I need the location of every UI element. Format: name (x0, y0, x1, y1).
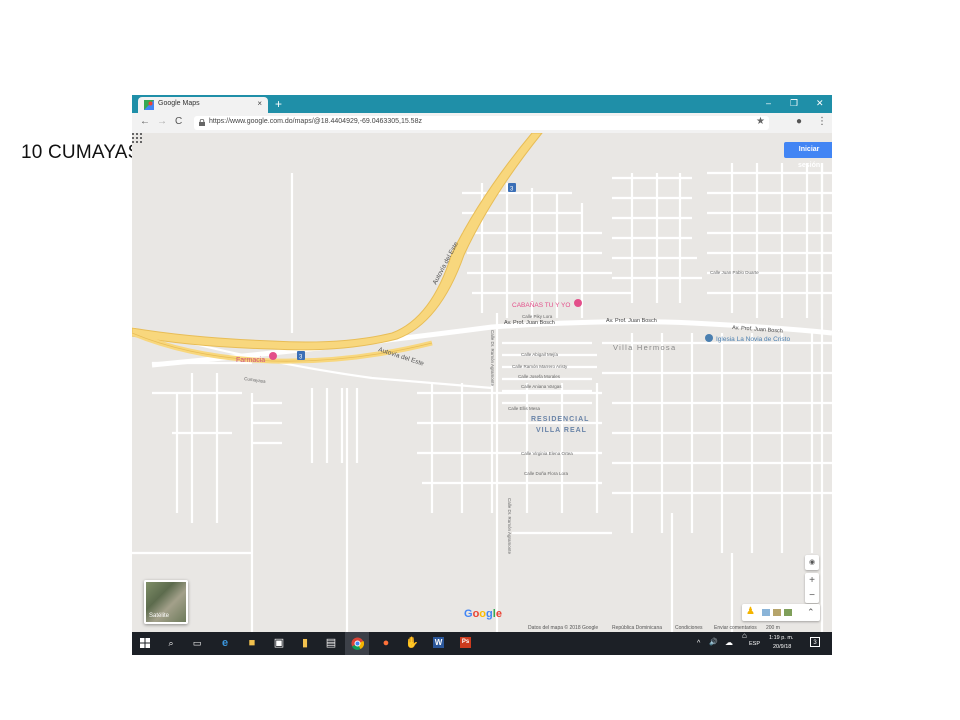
my-location-button[interactable]: ◉ (805, 555, 819, 570)
mail-icon[interactable]: ▤ (324, 636, 338, 650)
search-icon[interactable]: ⌕ (164, 636, 178, 650)
virginia-elena-label: Calle Virginia Elena Ortea (521, 451, 573, 456)
juan-pablo-duarte-label: Calle Juan Pablo Duarte (710, 270, 759, 275)
iglesia-poi-icon (705, 334, 713, 342)
dona-flora-label: Calle Doña Flora Lora (524, 471, 569, 476)
task-view-icon[interactable]: ▭ (190, 636, 204, 650)
windows-taskbar: ⌕ ▭ e ■ ▣ ▮ ▤ ● ✋ W Ps ^ 🔊 ☁ ⌂ ESP 1:19 … (132, 631, 832, 655)
abigail-mejia-label: Calle Abigail Mejía (521, 352, 559, 357)
dr-agramonte-label-2: Calle Dr. Ramón Agramonte (507, 498, 512, 555)
layer-thumb-icon[interactable] (773, 609, 781, 616)
onedrive-icon[interactable]: ☁ (725, 638, 733, 647)
attribution-data: Datos del mapa © 2018 Google (528, 625, 599, 631)
josefa-morales-label: Calle Josefa Morales (518, 374, 561, 379)
villa-real-label: VILLA REAL (536, 427, 587, 434)
tab-close-icon[interactable]: × (257, 99, 262, 108)
map-attribution: Datos del mapa © 2018 Google República D… (132, 624, 832, 632)
google-logo: Google (464, 608, 502, 620)
clock-date[interactable]: 20/9/18 (773, 644, 791, 650)
notification-icon[interactable]: 3 (810, 637, 820, 647)
reload-button[interactable]: C (175, 116, 182, 128)
farmacia-poi-icon (269, 352, 277, 360)
satellite-label: Satélite (149, 613, 170, 619)
menu-icon[interactable]: ⋮ (817, 116, 827, 128)
iglesia-label: Iglesia La Novia de Cristo (716, 336, 790, 343)
app-icon[interactable]: ✋ (405, 636, 419, 650)
minimize-button[interactable]: – (766, 97, 771, 109)
cabanas-poi-icon (574, 299, 582, 307)
pegman-icon[interactable]: ♟ (746, 606, 755, 618)
firefox-icon[interactable]: ● (379, 636, 393, 650)
maps-favicon-icon (144, 100, 154, 110)
maximize-button[interactable]: ❐ (790, 97, 798, 109)
google-logo-letter: G (464, 608, 473, 620)
zoom-out-button[interactable]: − (805, 588, 819, 603)
attribution-country[interactable]: República Dominicana (612, 625, 662, 631)
dr-agramonte-label-1: Calle Dr. Ramón Agramonte (490, 330, 495, 387)
browser-tab[interactable]: Google Maps × (138, 97, 268, 113)
tray-caret-icon[interactable]: ^ (697, 640, 700, 647)
scale-label[interactable]: 200 m (766, 625, 780, 631)
map-graphics: Autovía del Este Autovía del Este Av. Pr… (132, 133, 832, 632)
browser-screenshot: Google Maps × + – ❐ ✕ ← → C https://www.… (132, 95, 832, 655)
language-indicator[interactable]: ESP (749, 641, 760, 647)
expand-icon[interactable]: ⌃ (807, 606, 815, 618)
new-tab-button[interactable]: + (275, 97, 282, 111)
attribution-terms[interactable]: Condiciones (675, 625, 703, 631)
apps-grid-icon[interactable] (132, 133, 142, 143)
attribution-feedback[interactable]: Enviar comentarios (714, 625, 757, 631)
photoshop-icon[interactable]: Ps (460, 637, 471, 648)
store-icon[interactable]: ▣ (272, 636, 286, 650)
volume-icon[interactable]: 🔊 (709, 638, 718, 646)
villa-hermosa-label: Villa Hermosa (613, 343, 676, 352)
residencial-label: RESIDENCIAL (531, 416, 589, 423)
layer-thumb-icon[interactable] (784, 609, 792, 616)
address-bar[interactable]: https://www.google.com.do/maps/@18.44049… (194, 116, 769, 130)
piky-lora-label: Calle Piky Lora (522, 314, 553, 319)
back-button[interactable]: ← (140, 116, 150, 128)
layers-panel: ♟ ⌃ (742, 604, 820, 621)
aniana-vargas-label: Calle Aniana Vargas (521, 384, 562, 389)
edge-icon[interactable]: e (218, 636, 232, 650)
farmacia-label: Farmacia (236, 357, 265, 364)
start-icon[interactable] (140, 638, 150, 648)
bookmark-star-icon[interactable]: ★ (756, 116, 765, 127)
clock-time[interactable]: 1:19 p. m. (769, 635, 793, 641)
explorer-icon[interactable]: ■ (245, 636, 259, 650)
layer-thumb-icon[interactable] (762, 609, 770, 616)
cabanas-label: CABAÑAS TU Y YO (512, 300, 570, 309)
signin-button[interactable]: Iniciar sesión (784, 142, 832, 169)
av-bosch-label-1: Av. Prof. Juan Bosch (504, 320, 555, 326)
google-logo-letter: g (486, 608, 493, 620)
compass-icon: ◉ (808, 559, 816, 566)
zoom-controls: + − (805, 573, 819, 603)
ellis-mesa-label: Calle Ellis Mesa (508, 406, 541, 411)
browser-title-bar: Google Maps × + – ❐ ✕ (132, 95, 832, 113)
word-icon[interactable]: W (433, 637, 444, 648)
files-icon[interactable]: ▮ (298, 636, 312, 650)
close-window-button[interactable]: ✕ (816, 97, 824, 109)
google-logo-letter: e (495, 608, 502, 620)
tab-title: Google Maps (158, 100, 200, 107)
satellite-toggle[interactable]: Satélite (144, 580, 188, 624)
map-canvas[interactable]: Autovía del Este Autovía del Este Av. Pr… (132, 133, 832, 632)
lock-icon (199, 119, 205, 126)
av-bosch-label-2: Av. Prof. Juan Bosch (606, 318, 657, 324)
network-icon[interactable]: ⌂ (742, 631, 747, 640)
ramon-marrero-label: Calle Ramón Marrero Aristy (512, 364, 568, 369)
url-text: https://www.google.com.do/maps/@18.44049… (209, 118, 422, 125)
browser-toolbar: ← → C https://www.google.com.do/maps/@18… (132, 113, 832, 134)
zoom-in-button[interactable]: + (805, 573, 819, 588)
account-icon[interactable]: ● (796, 116, 802, 128)
forward-button[interactable]: → (157, 116, 167, 128)
chrome-icon[interactable] (351, 637, 364, 650)
